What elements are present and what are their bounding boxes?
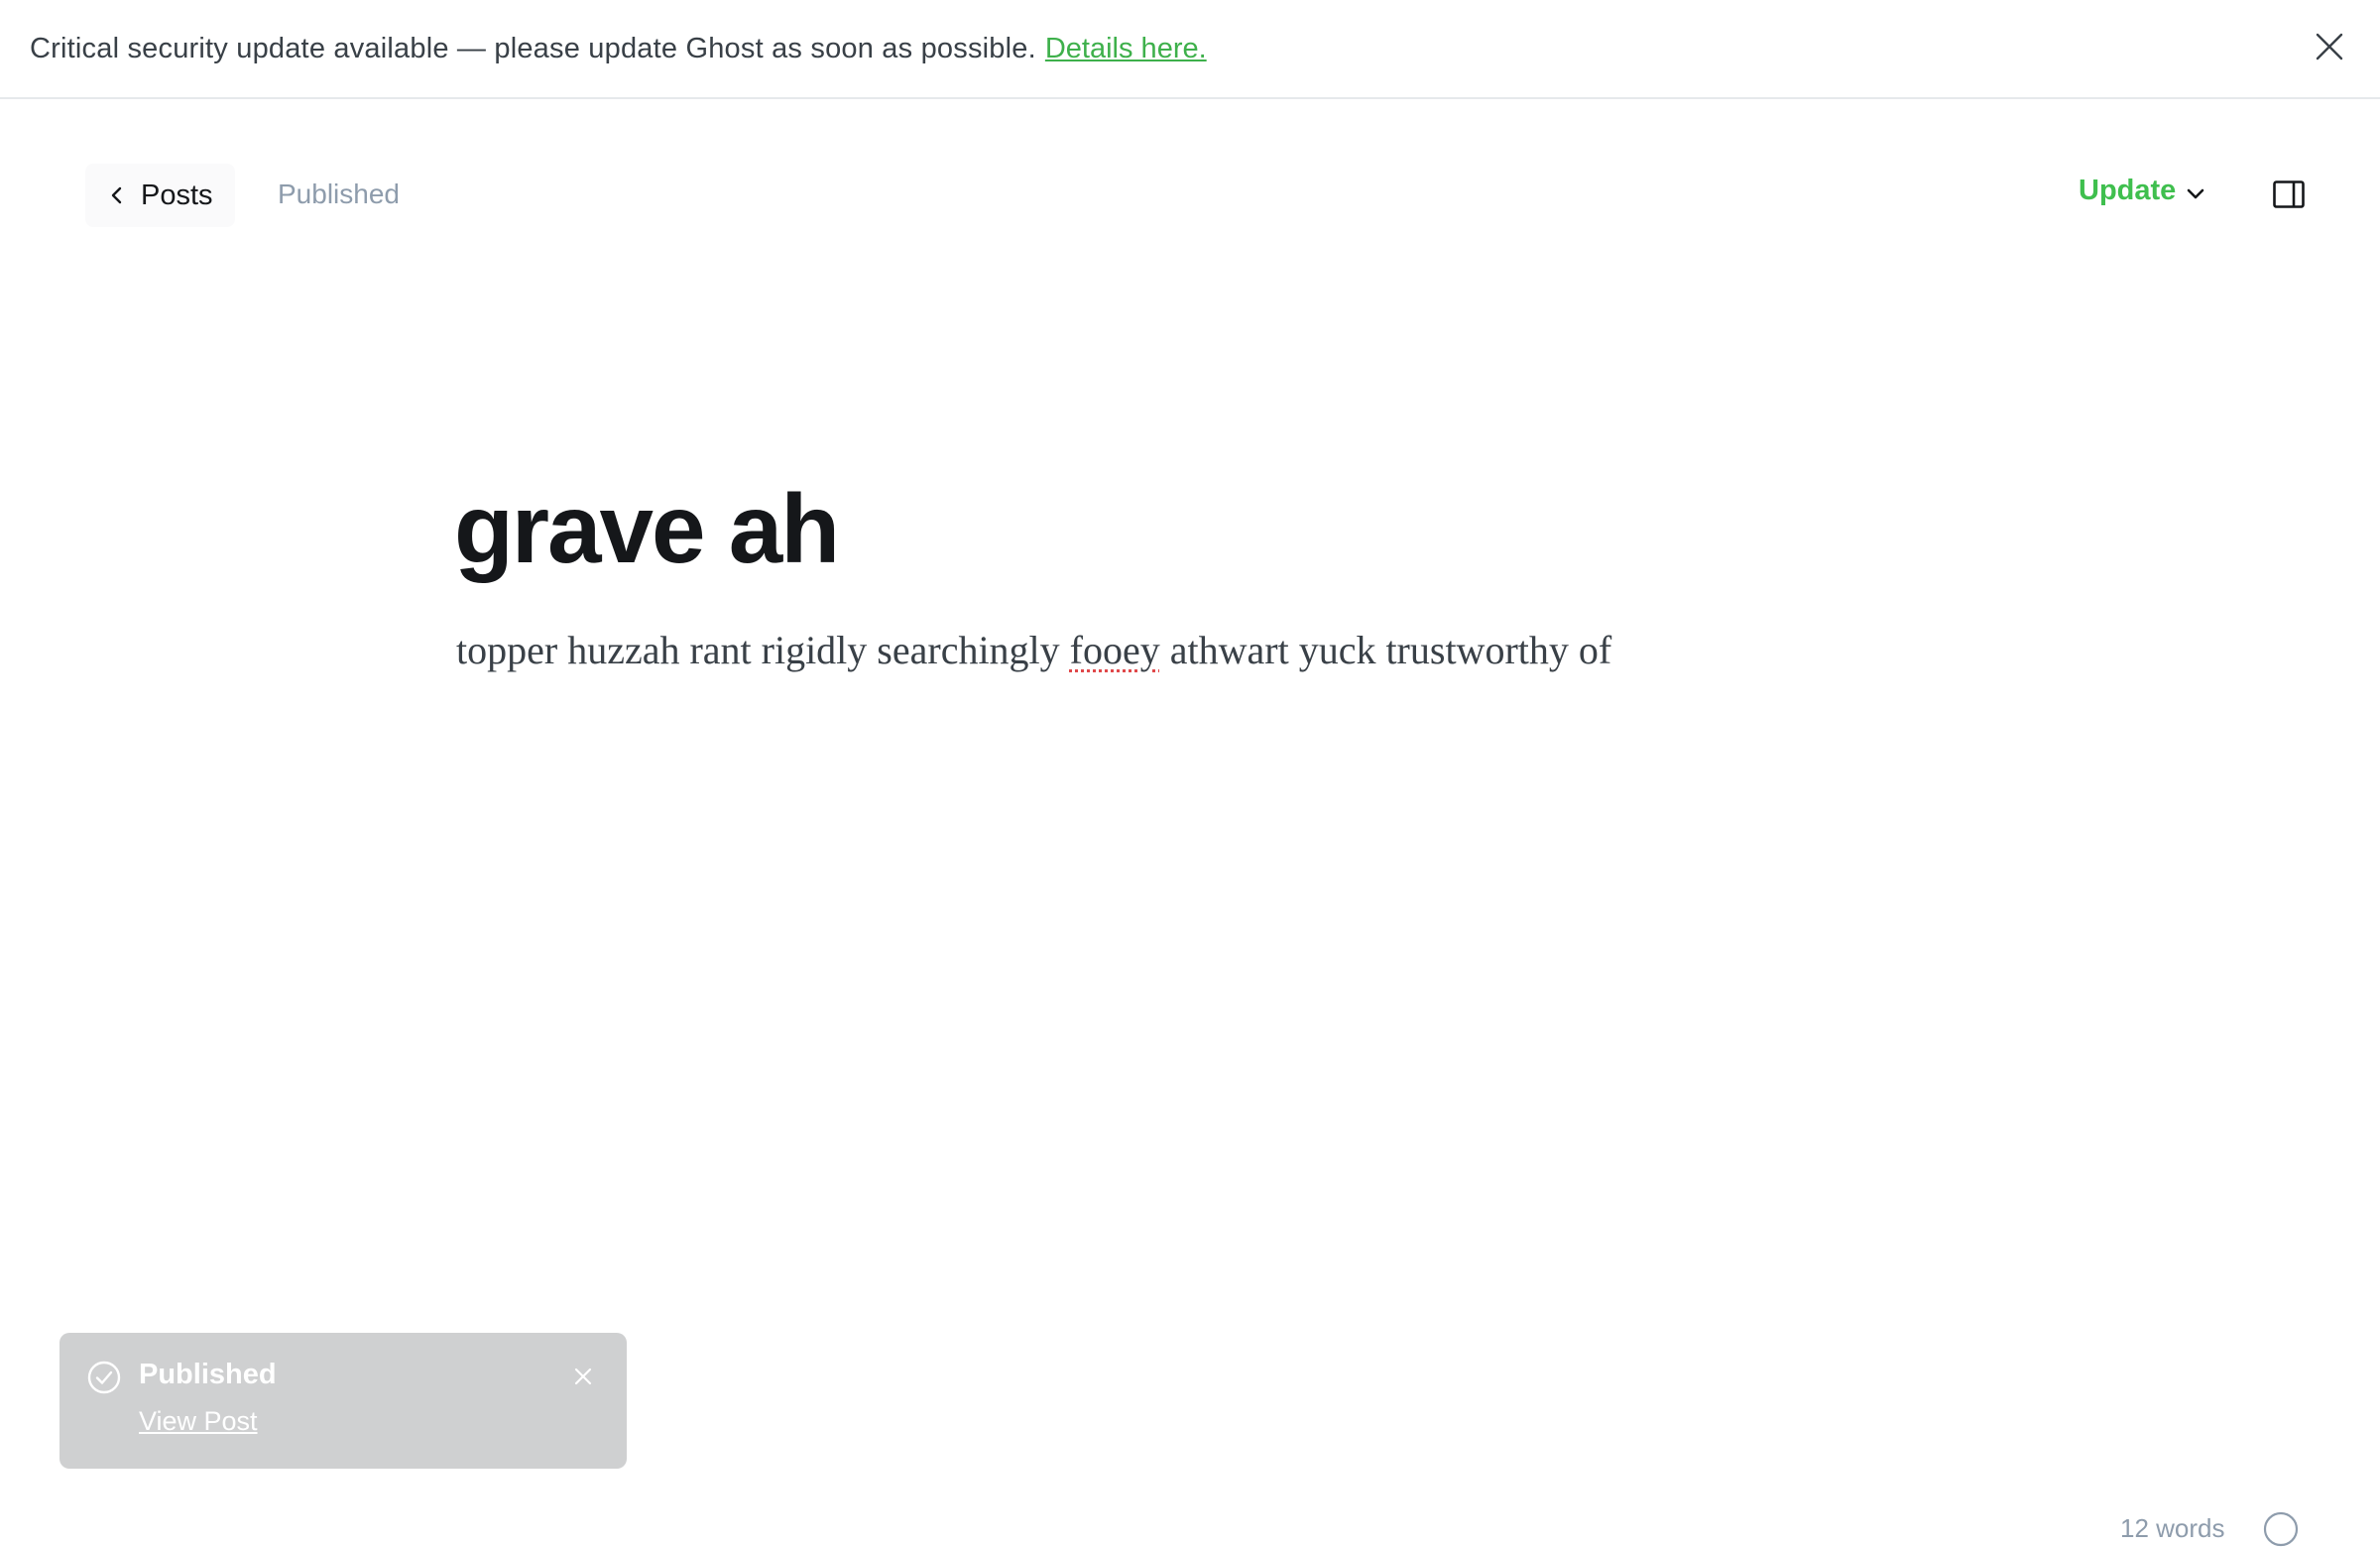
- update-button[interactable]: Update: [2079, 175, 2205, 207]
- post-body-paragraph[interactable]: topper huzzah rant rigidly searchingly f…: [456, 623, 1611, 678]
- misspelled-word: fooey: [1069, 628, 1160, 672]
- post-body-text-end: athwart yuck trustworthy of: [1159, 628, 1612, 672]
- check-circle-icon: [87, 1361, 121, 1394]
- back-to-posts-button[interactable]: Posts: [85, 164, 235, 227]
- help-icon[interactable]: [2263, 1511, 2299, 1547]
- update-label: Update: [2079, 175, 2177, 206]
- chevron-left-icon: [111, 186, 122, 204]
- security-alert-banner: Critical security update available — ple…: [0, 0, 2380, 99]
- close-icon[interactable]: [573, 1367, 593, 1386]
- alert-details-link[interactable]: Details here.: [1045, 33, 1207, 65]
- post-status: Published: [278, 178, 400, 209]
- published-toast: Published View Post: [60, 1333, 627, 1469]
- chevron-down-icon: [2187, 188, 2204, 198]
- view-post-link[interactable]: View Post: [139, 1406, 258, 1437]
- close-icon[interactable]: [2315, 32, 2344, 61]
- post-title[interactable]: grave ah: [454, 475, 840, 583]
- sidebar-toggle-icon[interactable]: [2273, 180, 2305, 208]
- alert-message: Critical security update available — ple…: [30, 32, 1036, 64]
- post-body-text-start: topper huzzah rant rigidly searchingly: [456, 628, 1070, 672]
- back-label: Posts: [141, 178, 213, 211]
- toast-title: Published: [139, 1359, 277, 1390]
